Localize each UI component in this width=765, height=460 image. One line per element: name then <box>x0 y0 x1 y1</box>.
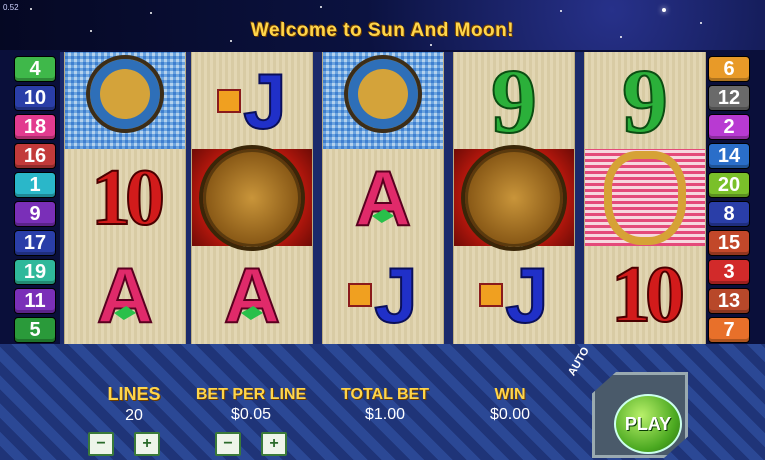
sky-header: 0.52 Welcome to Sun And Moon! <box>0 0 765 50</box>
ace-symbol: A <box>354 153 412 242</box>
payline-badge[interactable]: 4 <box>14 56 56 82</box>
lines-plus-button[interactable]: + <box>134 432 160 456</box>
ten-symbol: 10 <box>610 250 686 339</box>
reel-2: J A <box>191 52 313 344</box>
total-bet-value: $1.00 <box>364 406 406 423</box>
version-label: 0.52 <box>3 3 19 12</box>
symbol-J: J <box>454 246 574 343</box>
payline-badge[interactable]: 14 <box>708 143 750 169</box>
symbol-10: 10 <box>585 246 705 343</box>
shield-icon <box>479 282 504 307</box>
shield-icon <box>348 282 373 307</box>
reel-1: 10 A <box>64 52 186 344</box>
payline-badge[interactable]: 19 <box>14 259 56 285</box>
payline-badge[interactable]: 9 <box>14 201 56 227</box>
payline-badge[interactable]: 7 <box>708 317 750 343</box>
payline-badge[interactable]: 13 <box>708 288 750 314</box>
reels-area: 10 A J A A J 9 J 9 10 <box>60 52 706 344</box>
symbol-9: 9 <box>454 52 574 149</box>
ace-symbol: A <box>96 250 154 339</box>
bet-minus-button[interactable]: − <box>215 432 241 456</box>
symbol-A: A <box>65 246 185 343</box>
bet-label: BET PER LINE <box>195 386 307 403</box>
nine-symbol: 9 <box>621 49 669 152</box>
symbol-J: J <box>323 246 443 343</box>
bet-control: BET PER LINE $0.05 <box>195 386 307 424</box>
win-label: WIN <box>494 386 526 403</box>
sun-mask-icon <box>465 148 563 247</box>
ten-symbol: 10 <box>90 153 166 242</box>
symbol-sun-mask <box>192 148 312 247</box>
symbol-A: A <box>192 246 312 343</box>
win-value: $0.00 <box>489 406 531 423</box>
dreamcatcher-icon <box>86 54 164 133</box>
payline-badge[interactable]: 18 <box>14 114 56 140</box>
dreamcatcher-icon <box>344 54 422 133</box>
symbol-J: J <box>192 52 312 149</box>
shield-icon <box>217 88 242 113</box>
payline-badge[interactable]: 3 <box>708 259 750 285</box>
jack-symbol: J <box>242 56 287 145</box>
symbol-dreamcatcher <box>323 52 443 149</box>
payline-badge[interactable]: 2 <box>708 114 750 140</box>
jack-symbol: J <box>504 250 549 339</box>
play-button[interactable]: PLAY <box>614 394 682 454</box>
payline-badge[interactable]: 11 <box>14 288 56 314</box>
payline-badge[interactable]: 5 <box>14 317 56 343</box>
win-display: WIN $0.00 <box>470 386 550 424</box>
jack-symbol: J <box>373 250 418 339</box>
symbol-A: A <box>323 149 443 246</box>
lines-minus-button[interactable]: − <box>88 432 114 456</box>
payline-badge[interactable]: 17 <box>14 230 56 256</box>
reel-3: A J <box>322 52 444 344</box>
payline-badge[interactable]: 8 <box>708 201 750 227</box>
symbol-9: 9 <box>585 52 705 149</box>
payline-badge[interactable]: 10 <box>14 85 56 111</box>
symbol-sun-mask <box>454 148 574 247</box>
payline-badge[interactable]: 1 <box>14 172 56 198</box>
payline-badge[interactable]: 15 <box>708 230 750 256</box>
bet-value: $0.05 <box>230 406 272 423</box>
payline-badge[interactable]: 16 <box>14 143 56 169</box>
symbol-dreamcatcher <box>65 52 185 149</box>
lines-label: LINES <box>107 384 161 404</box>
reel-5: 9 10 <box>584 52 706 344</box>
lines-control: LINES 20 <box>82 384 186 425</box>
symbol-ring <box>585 149 705 246</box>
nine-symbol: 9 <box>490 49 538 152</box>
ring-icon <box>604 150 686 245</box>
payline-badge[interactable]: 20 <box>708 172 750 198</box>
sun-mask-icon <box>203 148 301 247</box>
bet-plus-button[interactable]: + <box>261 432 287 456</box>
total-bet-label: TOTAL BET <box>341 386 429 403</box>
lines-value: 20 <box>125 407 143 424</box>
welcome-title: Welcome to Sun And Moon! <box>250 20 515 41</box>
ace-symbol: A <box>223 250 281 339</box>
reel-4: 9 J <box>453 52 575 344</box>
total-bet-display: TOTAL BET $1.00 <box>335 386 435 424</box>
symbol-10: 10 <box>65 149 185 246</box>
payline-badge[interactable]: 6 <box>708 56 750 82</box>
payline-badge[interactable]: 12 <box>708 85 750 111</box>
